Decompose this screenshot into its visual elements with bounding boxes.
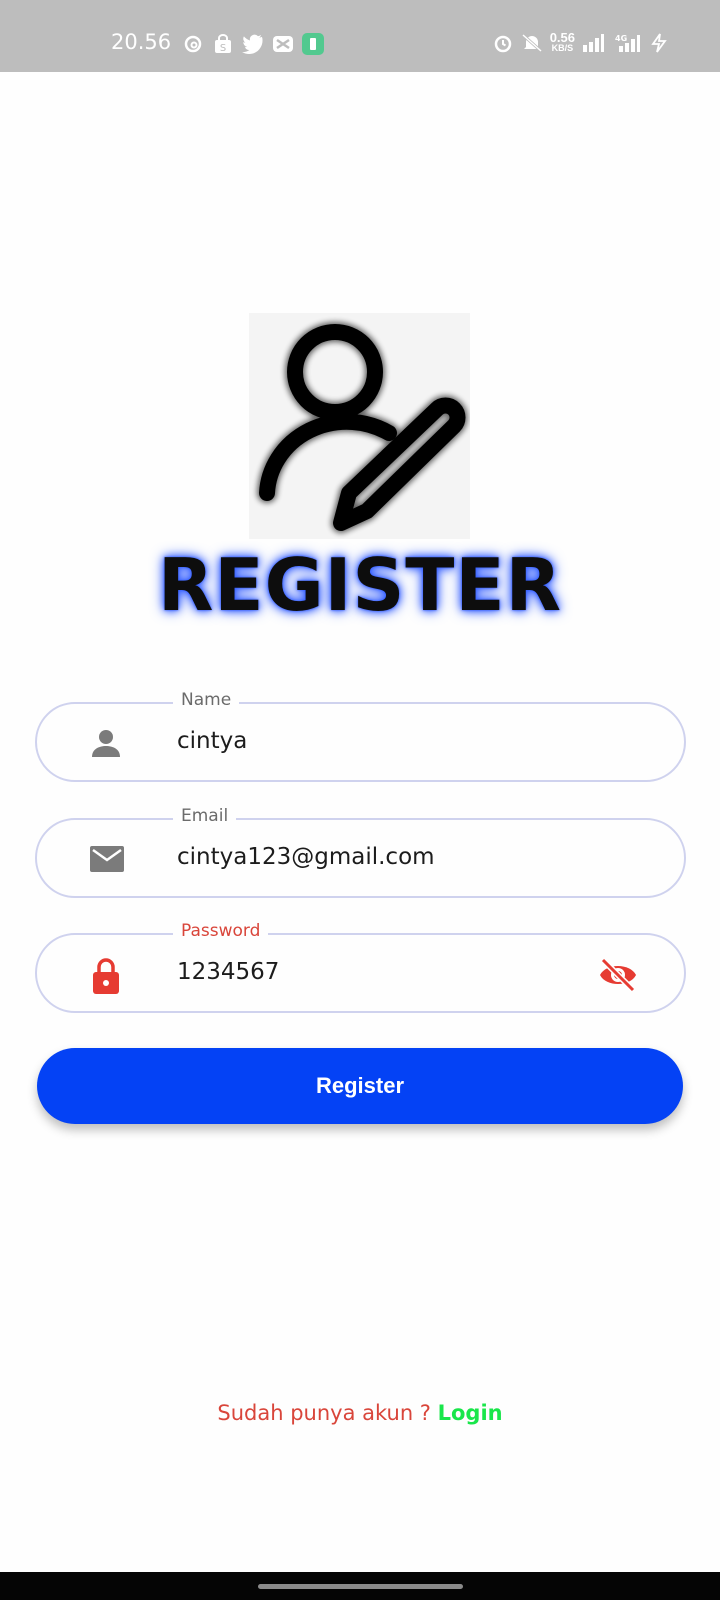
email-label: Email (173, 806, 237, 826)
net-speed: 0.56 KB/S (549, 30, 575, 53)
lock-icon (89, 957, 123, 994)
status-time: 20.56 (111, 30, 172, 54)
person-icon (89, 726, 123, 760)
status-bar: 20.56 S 0.56 KB/S 4G (0, 0, 720, 72)
capcut-icon (272, 33, 294, 55)
register-button[interactable]: Register (37, 1048, 683, 1124)
password-label: Password (173, 921, 269, 941)
login-prompt: Sudah punya akun ? Login (0, 1401, 720, 1425)
app-green-icon (302, 33, 324, 55)
notification-icons: S (182, 33, 324, 55)
register-logo (249, 313, 470, 539)
email-input[interactable]: cintya123@gmail.com (177, 844, 435, 870)
mute-icon (521, 32, 543, 54)
home-gesture-handle[interactable] (258, 1584, 463, 1589)
signal-icon (582, 32, 604, 54)
network-type: 4G (615, 34, 627, 43)
net-speed-value: 0.56 (549, 30, 575, 45)
login-prompt-text: Sudah punya akun ? (217, 1401, 438, 1425)
password-field[interactable]: Password 1234567 (35, 921, 686, 1013)
shop-bag-icon: S (212, 33, 234, 55)
name-input[interactable]: cintya (177, 728, 247, 754)
net-speed-unit: KB/S (551, 43, 574, 53)
mail-icon (89, 842, 124, 876)
name-label: Name (173, 690, 240, 710)
password-input[interactable]: 1234567 (177, 959, 279, 985)
login-link[interactable]: Login (438, 1401, 503, 1425)
alarm-icon (492, 32, 514, 54)
signal-4g-icon: 4G (611, 32, 641, 54)
svg-text:S: S (220, 43, 226, 54)
name-field[interactable]: Name cintya (35, 690, 686, 782)
page-title: REGISTER (157, 543, 563, 627)
navigation-bar (0, 1572, 720, 1600)
twitter-icon (242, 33, 264, 55)
threads-icon (182, 33, 204, 55)
system-icons: 0.56 KB/S 4G (492, 30, 670, 54)
charging-icon (648, 32, 670, 54)
user-edit-icon (257, 322, 468, 533)
email-field[interactable]: Email cintya123@gmail.com (35, 806, 686, 898)
eye-off-icon[interactable] (598, 957, 638, 993)
